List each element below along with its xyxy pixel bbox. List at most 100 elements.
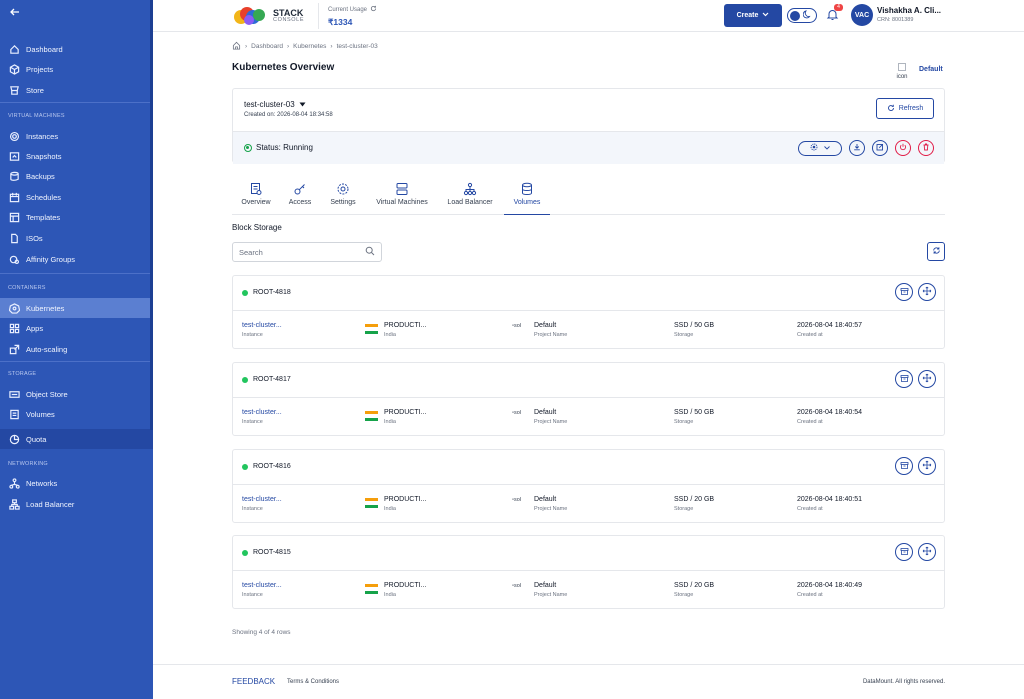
archive-button[interactable] [895, 457, 913, 475]
archive-button[interactable] [895, 283, 913, 301]
tab-virtual-machines[interactable]: Virtual Machines [372, 180, 432, 215]
breadcrumb-dashboard[interactable]: Dashboard [251, 43, 283, 50]
storage-label: Storage [674, 332, 694, 338]
zone-name: PRODUCTI... [384, 322, 427, 329]
sidebar-item-templates[interactable]: Templates [0, 207, 153, 227]
breadcrumb-separator: › [245, 43, 248, 50]
volume-instance: test-cluster... Instance [242, 582, 282, 598]
sidebar-item-networks[interactable]: Networks [0, 473, 153, 493]
delete-button[interactable] [918, 140, 934, 156]
sidebar-section-storage: STORAGE [8, 371, 37, 377]
broken-image-alt: sol [513, 410, 521, 416]
refresh-icon [932, 246, 941, 257]
sidebar-item-store[interactable]: Store [0, 80, 153, 100]
expand-button[interactable] [918, 457, 936, 475]
sidebar-item-label: Instances [26, 131, 59, 141]
object-store-icon [9, 389, 20, 400]
terms-link[interactable]: Terms & Conditions [287, 679, 339, 685]
refresh-usage-icon[interactable] [370, 5, 377, 14]
tab-settings[interactable]: Settings [327, 180, 359, 215]
region-name: India [384, 419, 396, 425]
sidebar-item-snapshots[interactable]: Snapshots [0, 146, 153, 166]
user-name: Vishakha A. Cli... [877, 6, 942, 15]
instance-link[interactable]: test-cluster... [242, 496, 282, 503]
cluster-selector[interactable]: test-cluster-03 [244, 100, 306, 109]
sidebar-item-quota[interactable]: Quota [0, 429, 153, 449]
sidebar-item-object-store[interactable]: Object Store [0, 384, 153, 404]
search-icon [365, 246, 375, 258]
sidebar-item-schedules[interactable]: Schedules [0, 187, 153, 207]
volume-created: 2026-08-04 18:40:57 Created at [797, 322, 862, 338]
edit-button[interactable] [872, 140, 888, 156]
instance-link[interactable]: test-cluster... [242, 322, 282, 329]
power-button[interactable] [895, 140, 911, 156]
tab-load-balancer[interactable]: Load Balancer [445, 180, 495, 215]
default-project-selector[interactable]: icon Default [893, 63, 943, 81]
apps-icon [9, 323, 20, 334]
home-icon[interactable] [232, 41, 241, 52]
sidebar-item-isos[interactable]: ISOs [0, 228, 153, 248]
archive-button[interactable] [895, 543, 913, 561]
expand-button[interactable] [918, 543, 936, 561]
india-flag-icon [365, 411, 378, 421]
tab-access[interactable]: Access [285, 180, 315, 215]
refresh-button[interactable]: Refresh [876, 98, 934, 119]
sidebar-item-backups[interactable]: Backups [0, 166, 153, 186]
pie-icon [9, 434, 20, 445]
instance-link[interactable]: test-cluster... [242, 409, 282, 416]
archive-button[interactable] [895, 370, 913, 388]
instance-link[interactable]: test-cluster... [242, 582, 282, 589]
sidebar-item-volumes[interactable]: Volumes [0, 404, 153, 424]
status-dot-icon [242, 463, 248, 470]
created-label: Created at [797, 332, 823, 338]
instance-label: Instance [242, 419, 263, 425]
logo-mark-icon [233, 6, 269, 26]
sidebar-item-auto-scaling[interactable]: Auto-scaling [0, 339, 153, 359]
default-project-link[interactable]: Default [919, 66, 943, 73]
expand-button[interactable] [918, 370, 936, 388]
tab-volumes[interactable]: Volumes [504, 180, 550, 215]
expand-button[interactable] [918, 283, 936, 301]
breadcrumb-kubernetes[interactable]: Kubernetes [293, 43, 326, 50]
sidebar-item-load-balancer[interactable]: Load Balancer [0, 494, 153, 514]
sidebar-item-instances[interactable]: Instances [0, 126, 153, 146]
download-button[interactable] [849, 140, 865, 156]
notification-bell-icon[interactable]: 4 [826, 4, 843, 22]
chevron-down-icon [824, 145, 830, 152]
search-input[interactable]: Search [232, 242, 382, 262]
server-icon [395, 182, 409, 196]
project-name: Default [534, 496, 557, 503]
broken-image-icon: ▫sol [512, 410, 521, 416]
sidebar-item-kubernetes[interactable]: Kubernetes [0, 298, 153, 318]
back-arrow-icon[interactable] [9, 6, 23, 20]
sidebar-item-affinity-groups[interactable]: Affinity Groups [0, 249, 153, 269]
sidebar-item-projects[interactable]: Projects [0, 59, 153, 79]
usage-label: Current Usage [328, 5, 377, 14]
sidebar-item-apps[interactable]: Apps [0, 318, 153, 338]
volume-card-header: ROOT-4818 [233, 276, 944, 311]
autoscale-icon [9, 344, 20, 355]
tab-overview[interactable]: Overview [240, 180, 272, 215]
cluster-action-dropdown[interactable] [798, 140, 842, 156]
sidebar-item-label: ISOs [26, 233, 43, 243]
volume-name: ROOT-4815 [242, 549, 291, 556]
calendar-icon [9, 192, 20, 203]
storage-value: SSD / 50 GB [674, 322, 715, 329]
create-button[interactable]: Create [724, 4, 782, 27]
stack-console-logo[interactable]: STACK CONSOLE [233, 5, 308, 27]
archive-icon [900, 287, 909, 298]
gear-icon [336, 182, 350, 196]
volume-name-text: ROOT-4817 [253, 376, 291, 383]
avatar[interactable]: VAC [851, 4, 873, 26]
feedback-link[interactable]: FEEDBACK [232, 677, 275, 686]
refresh-volumes-button[interactable] [927, 242, 945, 261]
current-usage: Current Usage ₹1334 [318, 3, 377, 29]
settings-icon [810, 143, 818, 153]
expand-icon [922, 373, 932, 385]
volume-project: Default Project Name [534, 496, 567, 512]
usage-value: ₹1334 [328, 17, 353, 27]
theme-toggle[interactable] [787, 8, 817, 23]
project-name: Default [534, 409, 557, 416]
sidebar-item-dashboard[interactable]: Dashboard [0, 39, 153, 59]
user-info[interactable]: Vishakha A. Cli... CRN: 8001389 [877, 6, 941, 23]
